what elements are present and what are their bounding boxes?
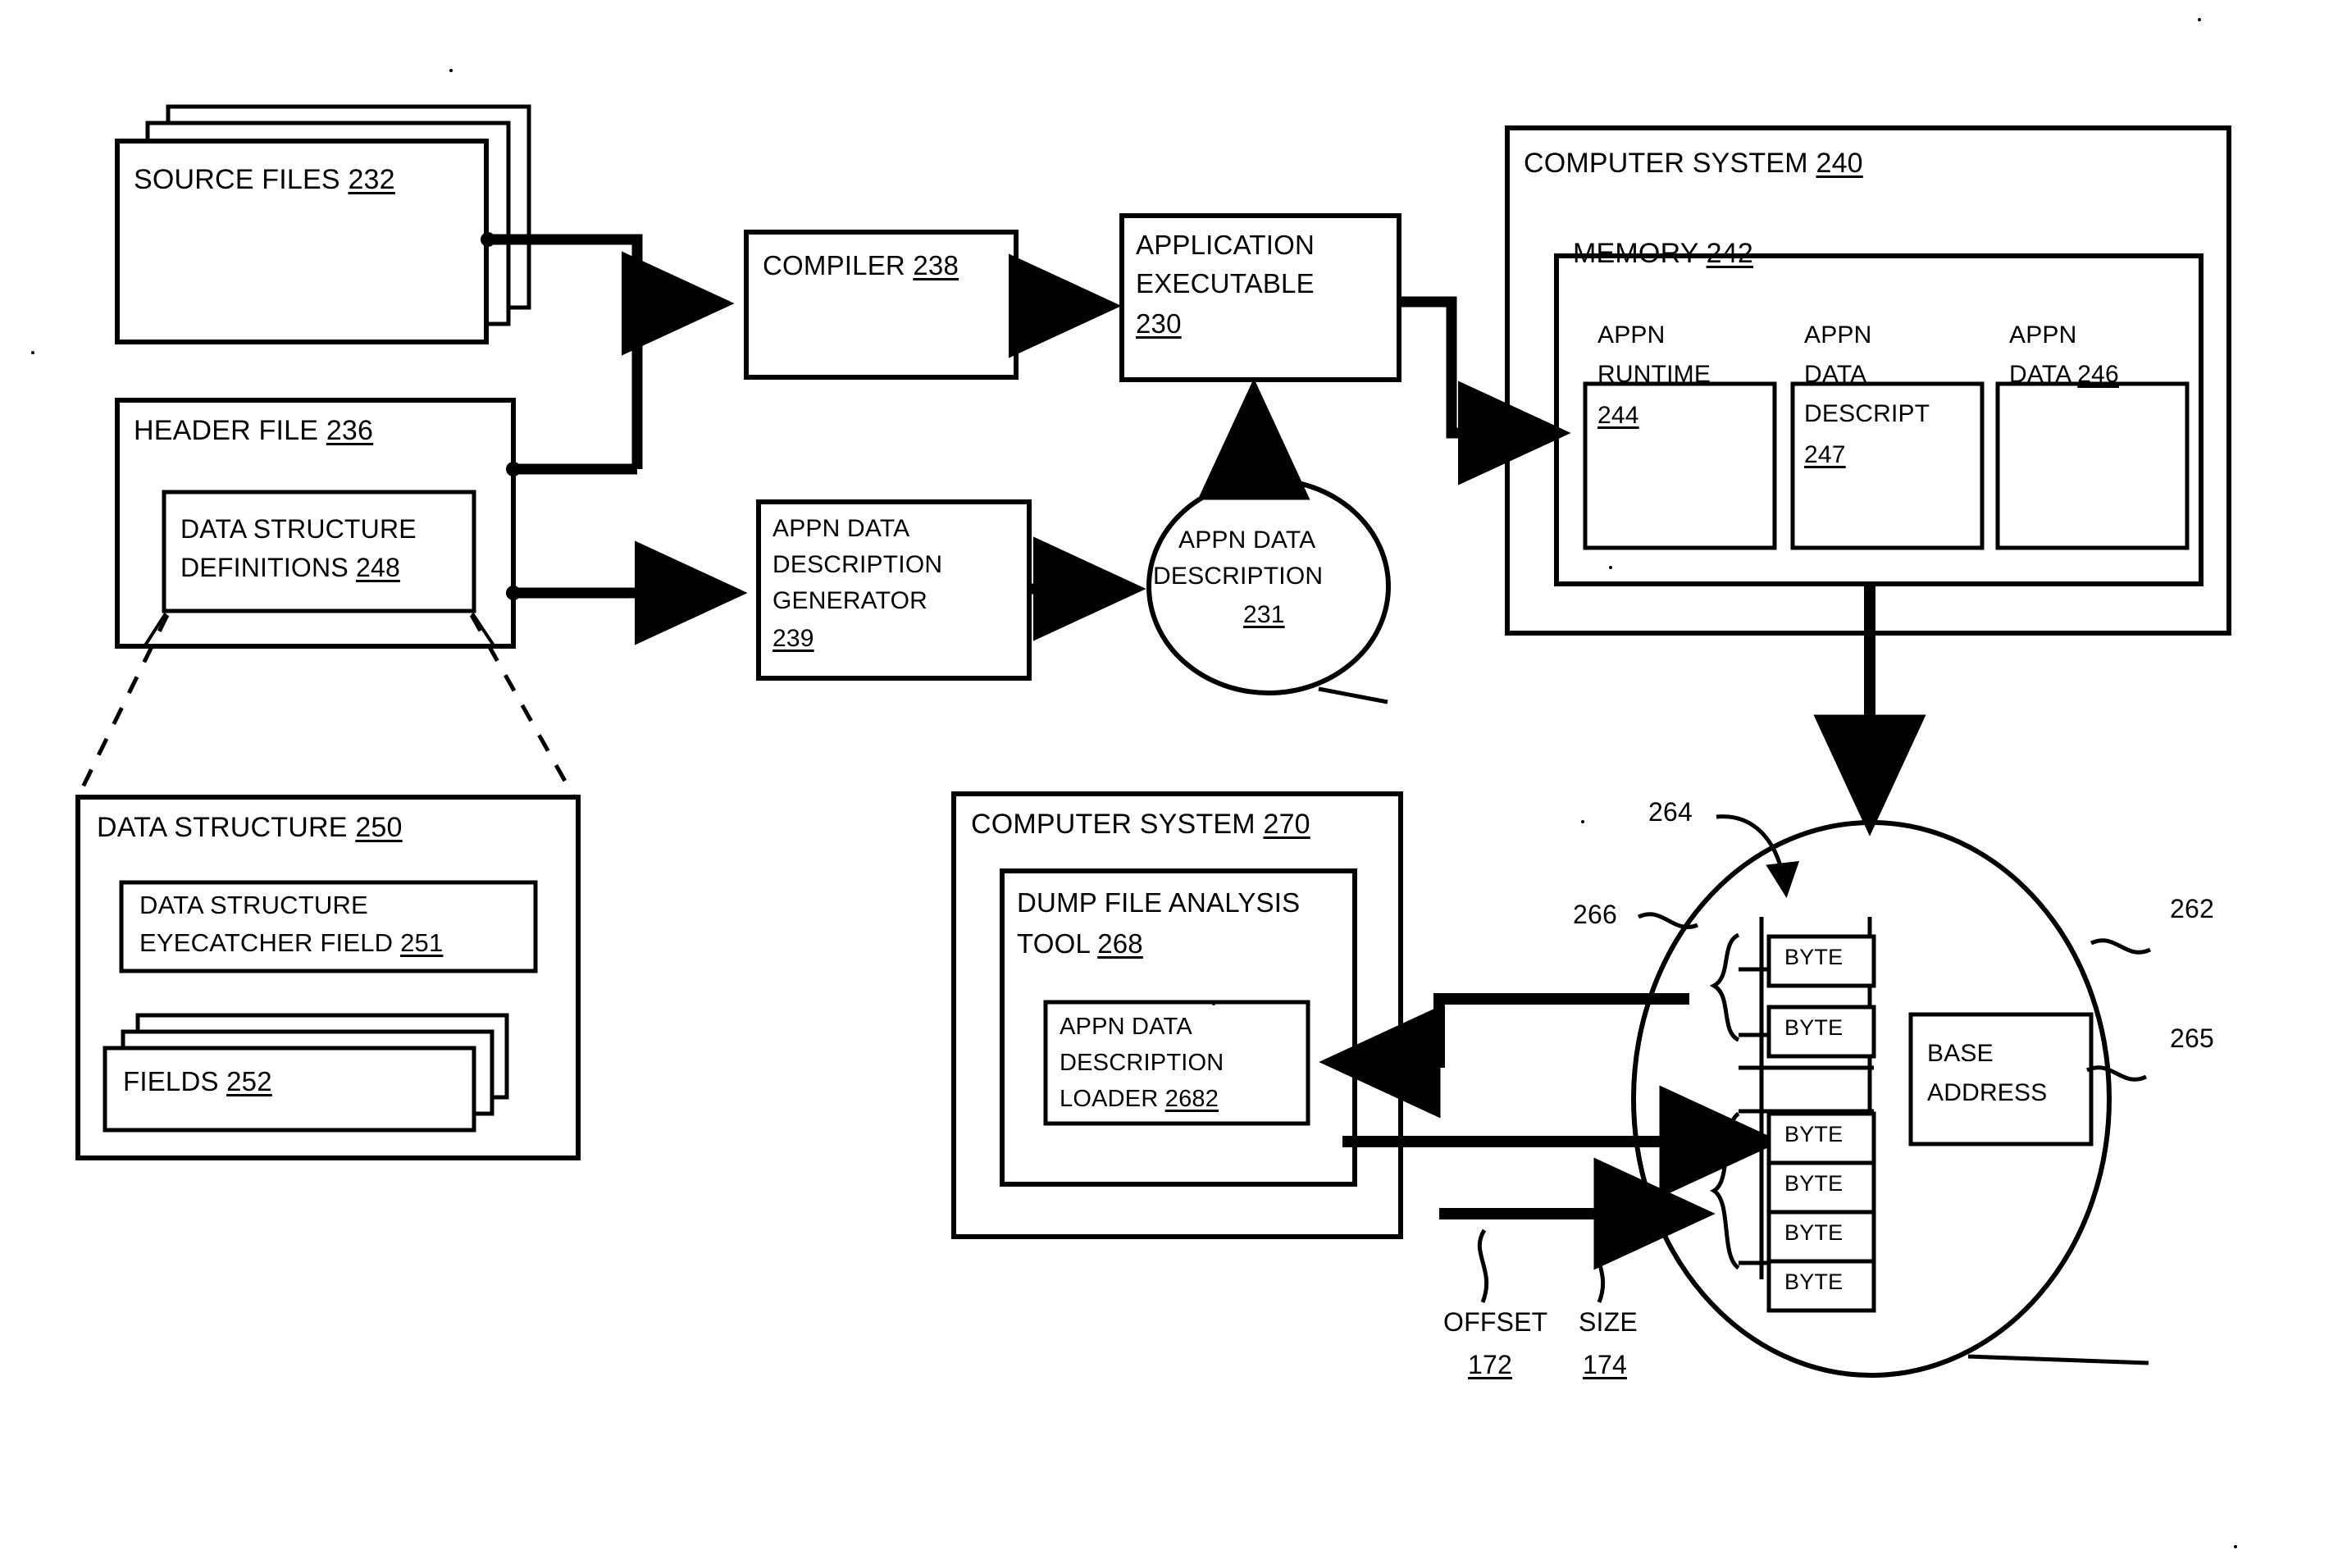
offset-label: OFFSET bbox=[1443, 1307, 1548, 1337]
scan-speck bbox=[1581, 820, 1584, 823]
brace-upper-group bbox=[1709, 932, 1740, 1042]
data-structure-definitions-line1: DATA STRUCTURE bbox=[180, 514, 417, 544]
size-label: SIZE bbox=[1579, 1307, 1638, 1337]
circle-231-tail bbox=[1318, 686, 1388, 704]
connector-executable-to-memory bbox=[1401, 296, 1501, 439]
appn-data-246-line2: DATA 246 bbox=[2009, 361, 2119, 388]
appn-data-descript-line3: DESCRIPT bbox=[1804, 400, 1930, 427]
base-address-line1: BASE bbox=[1927, 1040, 1994, 1067]
appn-runtime-ref: 244 bbox=[1597, 402, 1639, 429]
callout-265: 265 bbox=[2170, 1023, 2214, 1053]
leader-size-174 bbox=[1593, 1228, 1606, 1303]
offset-ref: 172 bbox=[1468, 1350, 1512, 1379]
byte-cell-label: BYTE bbox=[1784, 1015, 1844, 1040]
compiler-label: COMPILER 238 bbox=[763, 250, 959, 280]
generator-line1: APPN DATA bbox=[772, 515, 910, 542]
loader-line1: APPN DATA bbox=[1060, 1014, 1192, 1040]
computer-system-270-label: COMPUTER SYSTEM 270 bbox=[971, 809, 1310, 840]
appn-data-246-line1: APPN bbox=[2009, 321, 2077, 349]
appn-data-description-line2: DESCRIPTION bbox=[1153, 563, 1324, 590]
appn-data-246-box bbox=[1995, 381, 2190, 550]
appn-data-descript-line1: APPN bbox=[1804, 321, 1872, 349]
application-executable-line1: APPLICATION bbox=[1136, 230, 1315, 260]
eyecatcher-line2: EYECATCHER FIELD 251 bbox=[139, 928, 444, 957]
base-address-line2: ADDRESS bbox=[1927, 1079, 2048, 1106]
callout-262: 262 bbox=[2170, 894, 2214, 923]
dump-tool-line2: TOOL 268 bbox=[1017, 928, 1143, 959]
dump-tool-line1: DUMP FILE ANALYSIS bbox=[1017, 887, 1301, 918]
byte-cell-label: BYTE bbox=[1784, 1171, 1844, 1196]
leader-265 bbox=[2085, 1065, 2148, 1082]
loader-line2: DESCRIPTION bbox=[1060, 1050, 1224, 1076]
appn-data-description-line1: APPN DATA bbox=[1178, 526, 1316, 554]
size-ref: 174 bbox=[1583, 1350, 1627, 1379]
leader-262 bbox=[2090, 938, 2152, 955]
data-structure-definitions-box bbox=[162, 490, 476, 613]
scan-speck bbox=[31, 351, 34, 354]
appn-runtime-line1: APPN bbox=[1597, 321, 1666, 349]
byte-cell-label: BYTE bbox=[1784, 945, 1844, 969]
generator-line2: DESCRIPTION bbox=[772, 551, 943, 578]
byte-cell-label: BYTE bbox=[1784, 1122, 1844, 1146]
appn-data-description-ref: 231 bbox=[1243, 601, 1285, 628]
header-file-label: HEADER FILE 236 bbox=[134, 415, 374, 446]
patent-figure: SOURCE FILES 232 HEADER FILE 236 DATA ST… bbox=[0, 0, 2338, 1568]
callout-264: 264 bbox=[1648, 797, 1693, 827]
fields-label: FIELDS 252 bbox=[123, 1066, 272, 1096]
generator-line3: GENERATOR bbox=[772, 587, 928, 614]
computer-system-240-label: COMPUTER SYSTEM 240 bbox=[1524, 148, 1863, 179]
byte-cell-label: BYTE bbox=[1784, 1269, 1844, 1294]
scan-speck bbox=[1212, 1002, 1215, 1005]
byte-cell-label: BYTE bbox=[1784, 1220, 1844, 1245]
scan-speck bbox=[2198, 18, 2201, 21]
application-executable-ref: 230 bbox=[1136, 308, 1182, 339]
appn-runtime-line2: RUNTIME bbox=[1597, 361, 1711, 388]
application-executable-line2: EXECUTABLE bbox=[1136, 268, 1315, 299]
source-files-label: SOURCE FILES 232 bbox=[134, 164, 395, 195]
memory-circle-tail bbox=[1967, 1354, 2149, 1365]
leader-offset-172 bbox=[1477, 1228, 1489, 1303]
callout-266: 266 bbox=[1573, 900, 1617, 929]
data-structure-250-label: DATA STRUCTURE 250 bbox=[97, 812, 403, 843]
appn-data-descript-ref: 247 bbox=[1804, 441, 1846, 468]
eyecatcher-line1: DATA STRUCTURE bbox=[139, 891, 368, 919]
loader-line3: LOADER 2682 bbox=[1060, 1086, 1219, 1112]
scan-speck bbox=[2234, 1545, 2237, 1548]
scan-speck bbox=[449, 69, 453, 72]
data-structure-definitions-line2: DEFINITIONS 248 bbox=[180, 553, 400, 582]
memory-242-label: MEMORY 242 bbox=[1573, 238, 1753, 269]
generator-ref: 239 bbox=[772, 625, 814, 652]
appn-data-descript-line2: DATA bbox=[1804, 361, 1867, 388]
scan-speck bbox=[1609, 566, 1612, 569]
